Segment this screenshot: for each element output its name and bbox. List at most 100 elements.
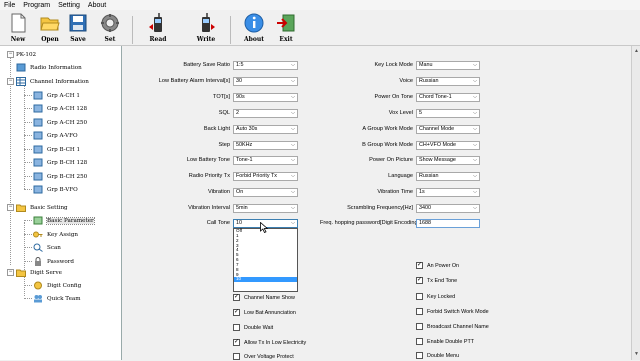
tot-label: TOT[s] bbox=[213, 94, 230, 100]
write-button[interactable]: Write bbox=[192, 13, 220, 45]
open-button[interactable]: Open bbox=[36, 13, 64, 45]
save-button[interactable]: Save bbox=[64, 13, 92, 45]
tree-node-basic-setting[interactable]: Basic Setting bbox=[16, 201, 68, 214]
vibration-time-select[interactable]: 1s ⌵ bbox=[416, 188, 480, 197]
chevron-down-icon: ⌵ bbox=[473, 142, 477, 148]
open-label: Open bbox=[41, 36, 59, 43]
an-power-on-checkbox[interactable]: ✓ An Power On bbox=[416, 261, 459, 270]
tree-collapse-toggle[interactable]: − bbox=[7, 269, 14, 276]
key-icon bbox=[33, 230, 43, 239]
forbid-switch-work-mode-checkbox[interactable]: Forbid Switch Work Mode bbox=[416, 307, 489, 316]
toolbar-separator bbox=[132, 16, 133, 44]
tree-node-channel[interactable]: Grp B-VFO bbox=[33, 183, 78, 196]
exit-button[interactable]: Exit bbox=[272, 13, 300, 45]
parameter-icon bbox=[33, 216, 43, 225]
tree-node-key-assign[interactable]: Key Assign bbox=[33, 228, 78, 241]
tree-node-basic-parameter[interactable]: Basic Parameter bbox=[33, 214, 95, 227]
power-on-picture-label: Power On Picture bbox=[369, 157, 413, 163]
channel-icon bbox=[33, 118, 43, 127]
tree-node-channel[interactable]: Grp A-CH 128 bbox=[33, 102, 87, 115]
sql-select[interactable]: 2 ⌵ bbox=[233, 109, 298, 118]
new-document-icon bbox=[8, 13, 28, 33]
tree-node-channel[interactable]: Grp A-CH 1 bbox=[33, 89, 80, 102]
tree-node-digit-serve[interactable]: Digit Serve bbox=[16, 266, 62, 279]
double-menu-checkbox[interactable]: Double Menu bbox=[416, 351, 459, 360]
tree-collapse-toggle[interactable]: − bbox=[7, 204, 14, 211]
voice-select[interactable]: Russian ⌵ bbox=[416, 77, 480, 86]
checkbox-box bbox=[416, 352, 423, 359]
power-on-picture-select[interactable]: Show Message ⌵ bbox=[416, 156, 480, 165]
set-button[interactable]: Set bbox=[96, 13, 124, 45]
tree-node-channel[interactable]: Grp B-CH 128 bbox=[33, 156, 87, 169]
chevron-down-icon: ⌵ bbox=[473, 94, 477, 100]
menu-file[interactable]: File bbox=[4, 2, 15, 9]
menu-about[interactable]: About bbox=[88, 2, 106, 9]
chevron-down-icon: ⌵ bbox=[291, 142, 295, 148]
floppy-disk-icon bbox=[68, 13, 88, 33]
freq-hopping-password-input[interactable]: 1688 bbox=[416, 219, 480, 228]
scroll-down-icon[interactable]: ▼ bbox=[633, 351, 640, 358]
tree-line bbox=[24, 276, 25, 296]
low-battery-alarm-interval-select[interactable]: 30 ⌵ bbox=[233, 77, 298, 86]
chevron-down-icon: ⌵ bbox=[473, 126, 477, 132]
menu-setting[interactable]: Setting bbox=[58, 2, 80, 9]
freq-hopping-password-label: Freq. hopping password[Digit Encoding] bbox=[320, 220, 420, 226]
tree-node-radio-information[interactable]: Radio Information bbox=[16, 61, 82, 74]
tx-end-tone-checkbox[interactable]: ✓ Tx End Tone bbox=[416, 276, 457, 285]
low-battery-tone-label: Low Battery Tone bbox=[186, 157, 230, 163]
tree-collapse-toggle[interactable]: − bbox=[7, 51, 14, 58]
tree-node-channel[interactable]: Grp A-VFO bbox=[33, 129, 78, 142]
navigation-tree[interactable]: − PK-102 Radio Information − Channel Inf… bbox=[0, 46, 122, 360]
low-battery-tone-select[interactable]: Tone-1 ⌵ bbox=[233, 156, 298, 165]
key-locked-checkbox[interactable]: Key Locked bbox=[416, 292, 455, 301]
chevron-down-icon: ⌵ bbox=[291, 205, 295, 211]
enable-double-ptt-checkbox[interactable]: Enable Double PTT bbox=[416, 337, 474, 346]
language-select[interactable]: Russian ⌵ bbox=[416, 172, 480, 181]
vibration-select[interactable]: On ⌵ bbox=[233, 188, 298, 197]
scrambling-frequency-select[interactable]: 3400 ⌵ bbox=[416, 204, 480, 213]
battery-save-ratio-select[interactable]: 1:5 ⌵ bbox=[233, 61, 298, 70]
call-tone-option-selected[interactable]: 10 bbox=[234, 277, 297, 283]
low-bat-annunciation-checkbox[interactable]: ✓ Low Bat Annunciation bbox=[233, 308, 296, 317]
new-button[interactable]: New bbox=[4, 13, 32, 45]
tree-node-channel[interactable]: Grp A-CH 250 bbox=[33, 116, 87, 129]
write-radio-icon bbox=[196, 13, 216, 33]
battery-save-ratio-label: Battery Save Ratio bbox=[183, 62, 230, 68]
vibration-interval-select[interactable]: 5min ⌵ bbox=[233, 204, 298, 213]
tot-select[interactable]: 90s ⌵ bbox=[233, 93, 298, 102]
key-lock-mode-select[interactable]: Manu ⌵ bbox=[416, 61, 480, 70]
exit-door-icon bbox=[276, 13, 296, 33]
call-tone-dropdown-list[interactable]: Off 1 2 3 4 5 6 7 8 9 10 bbox=[233, 228, 298, 292]
back-light-select[interactable]: Auto 30s ⌵ bbox=[233, 125, 298, 134]
radio-priority-tx-select[interactable]: Forbid Priority Tx ⌵ bbox=[233, 172, 298, 181]
broadcast-channel-name-checkbox[interactable]: Broadcast Channel Name bbox=[416, 322, 489, 331]
step-select[interactable]: 50KHz ⌵ bbox=[233, 141, 298, 150]
checkbox-box: ✓ bbox=[233, 309, 240, 316]
write-label: Write bbox=[196, 36, 216, 43]
tree-node-digit-config[interactable]: Digit Config bbox=[33, 279, 81, 292]
chevron-down-icon: ⌵ bbox=[473, 62, 477, 68]
power-on-tone-select[interactable]: Chord Tone-1 ⌵ bbox=[416, 93, 480, 102]
channel-icon bbox=[33, 131, 43, 140]
tree-node-channel-information[interactable]: Channel Information bbox=[16, 75, 89, 88]
allow-tx-low-electricity-checkbox[interactable]: ✓ Allow Tx In Low Electricity bbox=[233, 338, 306, 347]
tree-node-root[interactable]: PK-102 bbox=[16, 48, 36, 61]
a-group-work-mode-select[interactable]: Channel Mode ⌵ bbox=[416, 125, 480, 134]
scroll-up-icon[interactable]: ▲ bbox=[633, 48, 640, 55]
exit-label: Exit bbox=[279, 36, 293, 43]
double-wait-checkbox[interactable]: Double Wait bbox=[233, 323, 273, 332]
about-button[interactable]: About bbox=[240, 13, 268, 45]
tree-node-quick-team[interactable]: Quick Team bbox=[33, 292, 81, 305]
chevron-down-icon: ⌵ bbox=[473, 173, 477, 179]
tree-node-channel[interactable]: Grp B-CH 1 bbox=[33, 143, 80, 156]
b-group-work-mode-select[interactable]: CH+VFO Mode ⌵ bbox=[416, 141, 480, 150]
tree-node-scan[interactable]: Scan bbox=[33, 241, 61, 254]
tree-collapse-toggle[interactable]: − bbox=[7, 78, 14, 85]
channel-icon bbox=[33, 185, 43, 194]
read-button[interactable]: Read bbox=[144, 13, 172, 45]
channel-name-show-checkbox[interactable]: ✓ Channel Name Show bbox=[233, 293, 295, 302]
vertical-scrollbar[interactable]: ▲ ▼ bbox=[631, 46, 640, 360]
vox-level-select[interactable]: 5 ⌵ bbox=[416, 109, 480, 118]
menu-program[interactable]: Program bbox=[23, 2, 50, 9]
tree-node-channel[interactable]: Grp B-CH 250 bbox=[33, 170, 87, 183]
